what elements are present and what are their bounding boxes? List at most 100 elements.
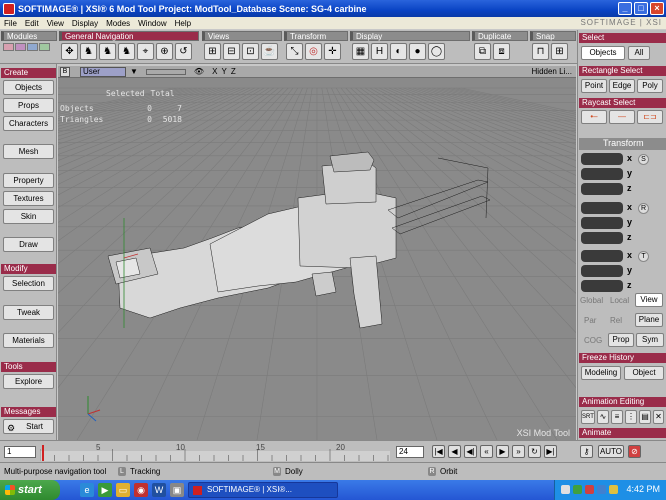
wireframe-icon[interactable]: ◯ (428, 43, 445, 60)
go-to-start-icon[interactable]: |◀ (432, 445, 445, 458)
viewport-letter[interactable]: B (60, 66, 70, 77)
previous-key-icon[interactable]: ◀ (448, 445, 461, 458)
view-mode-button[interactable]: View (635, 293, 663, 307)
four-views-icon[interactable]: ⊟ (223, 43, 240, 60)
menu-display[interactable]: Display (68, 19, 102, 28)
tray-icon[interactable] (597, 485, 606, 494)
menu-view[interactable]: View (43, 19, 68, 28)
curve-icon[interactable]: ∿ (597, 410, 609, 424)
freeze-history-header[interactable]: Freeze History (579, 353, 666, 363)
create-property-button[interactable]: Property (3, 173, 54, 188)
translate-y-field[interactable] (581, 265, 623, 277)
module-render-icon[interactable] (27, 43, 38, 51)
previous-frame-icon[interactable]: « (480, 445, 493, 458)
key-icon[interactable]: ⚷ (580, 445, 593, 458)
views-header[interactable]: Views (202, 31, 282, 41)
point-select-button[interactable]: Point (581, 79, 607, 93)
ie-icon[interactable]: e (80, 483, 94, 497)
tray-icon[interactable] (585, 485, 594, 494)
raycast-edge-icon[interactable]: — (609, 110, 635, 124)
raycast-select-header[interactable]: Raycast Select (579, 98, 666, 108)
local-mode[interactable]: Local (610, 296, 629, 305)
menu-modes[interactable]: Modes (102, 19, 134, 28)
module-model-icon[interactable] (3, 43, 14, 51)
next-frame-icon[interactable]: » (512, 445, 525, 458)
frame-icon[interactable]: ⌖ (137, 43, 154, 60)
navigate-icon[interactable]: ✥ (61, 43, 78, 60)
rectangle-select-header[interactable]: Rectangle Select (579, 66, 666, 76)
start-menu-button[interactable]: start (0, 480, 60, 500)
camera-icon[interactable]: ♞ (80, 43, 97, 60)
plane-mode-button[interactable]: Plane (635, 313, 663, 327)
create-characters-button[interactable]: Characters (3, 116, 54, 131)
select-all-button[interactable]: All (628, 46, 650, 60)
app-icon[interactable]: ◉ (134, 483, 148, 497)
remove-anim-icon[interactable]: ✕ (653, 410, 664, 424)
cog-toggle[interactable]: COG (584, 336, 602, 345)
taskbar-softimage-window[interactable]: SOFTIMAGE® | XSI®... (188, 482, 338, 498)
tools-header[interactable]: Tools (1, 362, 56, 372)
translate-z-field[interactable] (581, 280, 623, 292)
menu-window[interactable]: Window (134, 19, 170, 28)
scale-y-field[interactable] (581, 168, 623, 180)
folder-icon[interactable]: ▭ (116, 483, 130, 497)
duplicate-header[interactable]: Duplicate (472, 31, 528, 41)
modify-header[interactable]: Modify (1, 264, 56, 274)
parent-mode[interactable]: Par (584, 316, 596, 325)
snap-header[interactable]: Snap (530, 31, 576, 41)
maximize-button[interactable]: □ (634, 2, 648, 15)
modify-materials-button[interactable]: Materials (3, 333, 54, 348)
save-key-icon[interactable]: ⊘ (628, 445, 641, 458)
word-icon[interactable]: W (152, 483, 166, 497)
orbit-icon[interactable]: ♞ (99, 43, 116, 60)
create-textures-button[interactable]: Textures (3, 191, 54, 206)
layer-icon[interactable]: ▤ (639, 410, 651, 424)
mixer-icon[interactable]: ⋮ (625, 410, 637, 424)
start-frame-field[interactable]: 1 (4, 446, 36, 458)
select-header[interactable]: Select (579, 33, 666, 43)
edge-select-button[interactable]: Edge (609, 79, 635, 93)
rotate-x-field[interactable] (581, 202, 623, 214)
dolly-icon[interactable]: ♞ (118, 43, 135, 60)
end-frame-field[interactable]: 24 (396, 446, 424, 458)
close-button[interactable]: × (650, 2, 664, 15)
freeze-modeling-button[interactable]: Modeling (581, 366, 621, 380)
select-objects-button[interactable]: Objects (581, 46, 625, 60)
single-view-icon[interactable]: ⊞ (204, 43, 221, 60)
3d-viewport[interactable]: B User ▼ 👁 X Y Z Hidden Li... Selected T… (58, 66, 576, 440)
camera-dropdown[interactable]: User (80, 66, 126, 77)
visibility-icon[interactable]: ◐ (390, 43, 407, 60)
reset-view-icon[interactable]: ↺ (175, 43, 192, 60)
eye-icon[interactable]: 👁 (194, 67, 204, 76)
play-icon[interactable]: ▶ (496, 445, 509, 458)
create-mesh-button[interactable]: Mesh (3, 144, 54, 159)
step-back-icon[interactable]: ◀| (464, 445, 477, 458)
raycast-point-icon[interactable]: •– (581, 110, 607, 124)
scale-z-field[interactable] (581, 183, 623, 195)
volume-icon[interactable] (609, 485, 618, 494)
translate-toggle[interactable]: T (638, 251, 649, 262)
teapot-icon[interactable]: ☕ (261, 43, 278, 60)
scale-toggle[interactable]: S (638, 154, 649, 165)
rotate-toggle[interactable]: R (638, 203, 649, 214)
hide-unhide-icon[interactable]: H (371, 43, 388, 60)
frame-all-icon[interactable]: ⊕ (156, 43, 173, 60)
start-button[interactable]: ⚙ Start (3, 419, 54, 434)
module-animate-icon[interactable] (15, 43, 26, 51)
display-header[interactable]: Display (350, 31, 470, 41)
create-draw-button[interactable]: Draw (3, 237, 54, 252)
scale-icon[interactable]: ⤡ (286, 43, 303, 60)
create-header[interactable]: Create (1, 68, 56, 78)
viewport-options-strip[interactable] (145, 68, 186, 75)
camera-dropdown-arrow-icon[interactable]: ▼ (130, 67, 138, 76)
freeze-object-button[interactable]: Object (624, 366, 664, 380)
transform-panel-header[interactable]: Transform (579, 138, 666, 150)
snap-magnet-icon[interactable]: ⊓ (532, 43, 549, 60)
modify-selection-button[interactable]: Selection (3, 276, 54, 291)
global-mode[interactable]: Global (580, 296, 603, 305)
animation-editing-header[interactable]: Animation Editing (579, 397, 666, 407)
shading-icon[interactable]: ● (409, 43, 426, 60)
poly-select-button[interactable]: Poly (637, 79, 663, 93)
media-icon[interactable]: ▶ (98, 483, 112, 497)
grid-display-icon[interactable]: ▦ (352, 43, 369, 60)
